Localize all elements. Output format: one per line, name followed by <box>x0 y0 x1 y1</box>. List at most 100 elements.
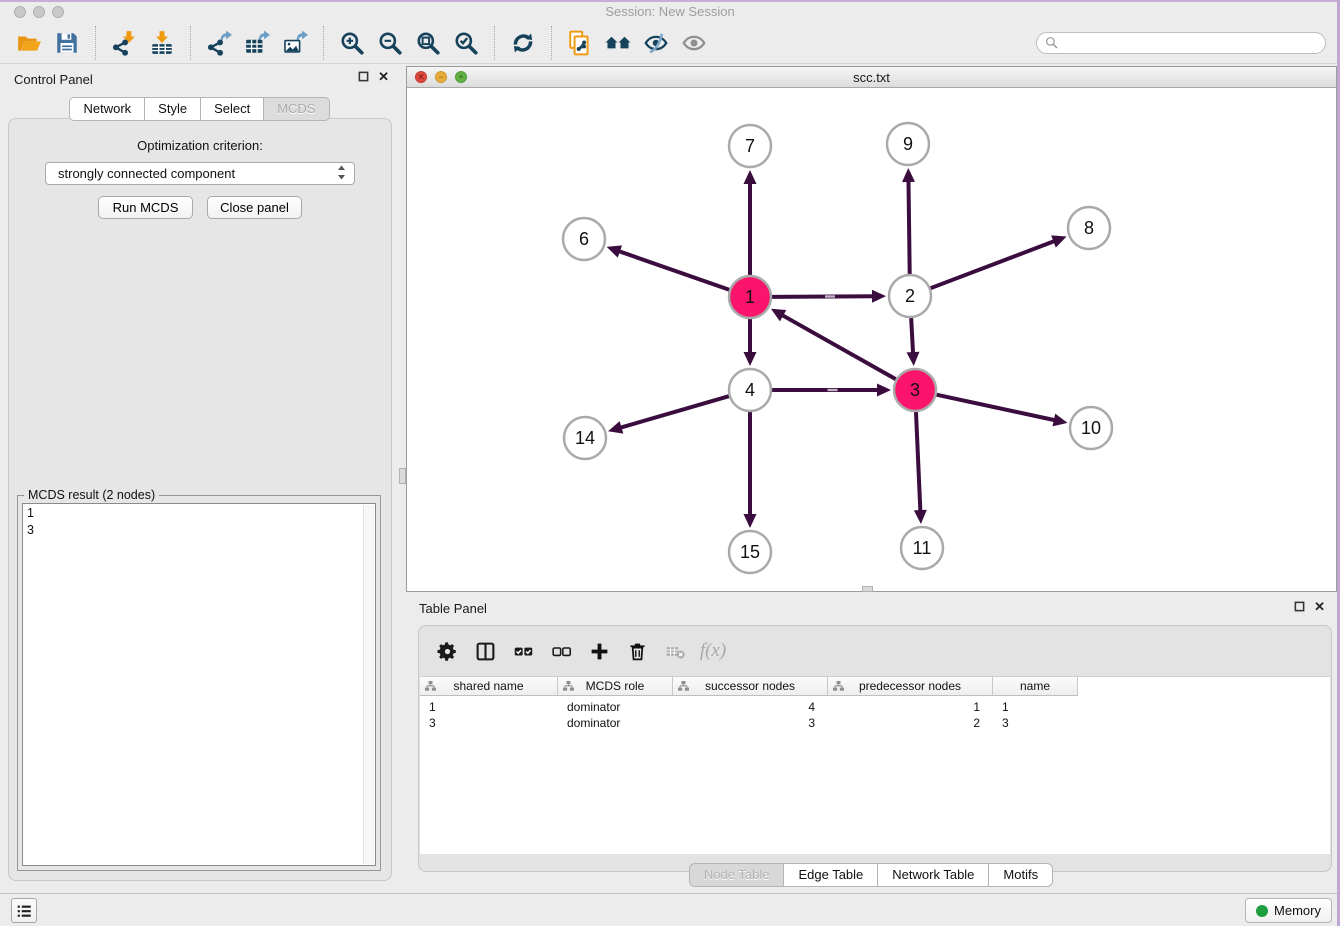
export-table-icon[interactable] <box>241 27 273 59</box>
mcds-panel: Optimization criterion: strongly connect… <box>8 118 392 881</box>
import-network-icon[interactable] <box>108 27 140 59</box>
edge-arrowhead-icon <box>906 352 919 366</box>
vertical-splitter-grip[interactable] <box>399 468 406 484</box>
edge-arrowhead-icon <box>744 514 757 528</box>
tab-style[interactable]: Style <box>144 97 201 121</box>
float-panel-icon[interactable] <box>358 71 369 82</box>
delete-row-icon[interactable] <box>625 639 649 663</box>
toolbar-separator <box>551 26 552 60</box>
tab-select[interactable]: Select <box>200 97 264 121</box>
result-scrollbar[interactable] <box>363 505 374 864</box>
edge-arrowhead-icon <box>872 290 886 303</box>
zoom-selected-icon[interactable] <box>450 27 482 59</box>
graph-edge-1-2[interactable] <box>772 296 875 297</box>
graph-node-label-7: 7 <box>745 136 755 156</box>
tab-mcds[interactable]: MCDS <box>263 97 329 121</box>
panel-list-button[interactable] <box>11 898 37 923</box>
main-titlebar: Session: New Session <box>0 0 1340 22</box>
select-all-icon[interactable] <box>511 639 535 663</box>
table-panel: Table Panel ✕ f(x) shared nameMCDS roles… <box>406 596 1337 893</box>
table-tabs: Node TableEdge TableNetwork TableMotifs <box>406 863 1337 887</box>
close-table-panel-icon[interactable]: ✕ <box>1314 601 1325 612</box>
zoom-out-icon[interactable] <box>374 27 406 59</box>
graph-node-label-4: 4 <box>745 380 755 400</box>
function-icon: f(x) <box>701 639 725 663</box>
table-row-2[interactable]: 3dominator323 <box>420 716 1330 732</box>
deselect-all-icon[interactable] <box>549 639 573 663</box>
list-icon <box>15 902 33 920</box>
add-row-icon[interactable] <box>587 639 611 663</box>
memory-status-icon <box>1256 905 1268 917</box>
column-header-shared-name[interactable]: shared name <box>420 677 558 696</box>
edge-label-tick <box>828 389 838 391</box>
cell-name: 1 <box>993 700 1078 716</box>
column-header-predecessor-nodes[interactable]: predecessor nodes <box>828 677 993 696</box>
graph-edge-2-8[interactable] <box>931 240 1057 288</box>
edge-arrowhead-icon <box>877 384 891 397</box>
tab-network-table[interactable]: Network Table <box>877 863 989 887</box>
optimization-criterion-label: Optimization criterion: <box>9 138 391 153</box>
save-session-icon[interactable] <box>51 27 83 59</box>
table-row-1[interactable]: 1dominator411 <box>420 700 1330 716</box>
export-image-icon[interactable] <box>279 27 311 59</box>
mcds-result-text[interactable]: 1 3 <box>22 503 376 866</box>
hide-selected-icon[interactable] <box>640 27 672 59</box>
run-mcds-button[interactable]: Run MCDS <box>98 196 193 219</box>
search-input[interactable] <box>1063 36 1317 50</box>
tab-network[interactable]: Network <box>69 97 145 121</box>
status-bar: Memory <box>0 893 1340 926</box>
close-panel-button[interactable]: Close panel <box>207 196 302 219</box>
network-canvas[interactable]: 1234678910111415 <box>407 88 1336 591</box>
close-panel-icon[interactable]: ✕ <box>378 71 389 82</box>
mcds-result-title: MCDS result (2 nodes) <box>24 488 159 502</box>
zoom-in-icon[interactable] <box>336 27 368 59</box>
cell-name: 3 <box>993 716 1078 732</box>
criterion-select[interactable]: strongly connected component <box>45 162 355 185</box>
refresh-icon[interactable] <box>507 27 539 59</box>
network-title: scc.txt <box>407 70 1336 85</box>
graph-node-label-6: 6 <box>579 229 589 249</box>
graph-edge-2-3[interactable] <box>911 318 913 355</box>
cell-shared-name: 1 <box>420 700 558 716</box>
graph-edge-3-1[interactable] <box>780 314 895 379</box>
graph-node-label-8: 8 <box>1084 218 1094 238</box>
main-toolbar <box>0 22 1340 64</box>
open-session-icon[interactable] <box>13 27 45 59</box>
control-panel-tabs: NetworkStyleSelectMCDS <box>3 97 397 121</box>
delete-table-icon <box>663 639 687 663</box>
column-header-MCDS-role[interactable]: MCDS role <box>558 677 673 696</box>
graph-node-label-14: 14 <box>575 428 595 448</box>
cell-MCDS-role: dominator <box>558 716 673 732</box>
tab-edge-table[interactable]: Edge Table <box>783 863 878 887</box>
horizontal-splitter-grip[interactable] <box>862 586 873 592</box>
tab-motifs[interactable]: Motifs <box>988 863 1053 887</box>
cell-MCDS-role: dominator <box>558 700 673 716</box>
column-header-name[interactable]: name <box>993 677 1078 696</box>
column-header-successor-nodes[interactable]: successor nodes <box>673 677 828 696</box>
first-neighbors-icon[interactable] <box>602 27 634 59</box>
columns-icon[interactable] <box>473 639 497 663</box>
graph-edge-3-11[interactable] <box>916 412 920 513</box>
graph-edge-4-14[interactable] <box>619 396 729 428</box>
toolbar-separator <box>190 26 191 60</box>
graph-edge-1-6[interactable] <box>617 251 729 290</box>
search-box[interactable] <box>1036 32 1326 54</box>
duplicate-network-icon[interactable] <box>564 27 596 59</box>
float-table-panel-icon[interactable] <box>1294 601 1305 612</box>
show-all-icon[interactable] <box>678 27 710 59</box>
export-network-icon[interactable] <box>203 27 235 59</box>
graph-node-label-2: 2 <box>905 286 915 306</box>
network-window-titlebar[interactable]: ✕ − + scc.txt <box>407 67 1336 88</box>
edge-arrowhead-icon <box>608 421 623 433</box>
tab-node-table[interactable]: Node Table <box>689 863 785 887</box>
gear-icon[interactable] <box>435 639 459 663</box>
graph-node-label-1: 1 <box>745 287 755 307</box>
memory-button[interactable]: Memory <box>1245 898 1332 923</box>
import-table-icon[interactable] <box>146 27 178 59</box>
control-panel: Control Panel ✕ NetworkStyleSelectMCDS O… <box>3 66 397 893</box>
graph-edge-3-10[interactable] <box>937 395 1057 421</box>
zoom-fit-icon[interactable] <box>412 27 444 59</box>
graph-edge-2-9[interactable] <box>908 179 909 274</box>
table-panel-title: Table Panel <box>419 601 487 616</box>
edge-arrowhead-icon <box>607 245 622 257</box>
